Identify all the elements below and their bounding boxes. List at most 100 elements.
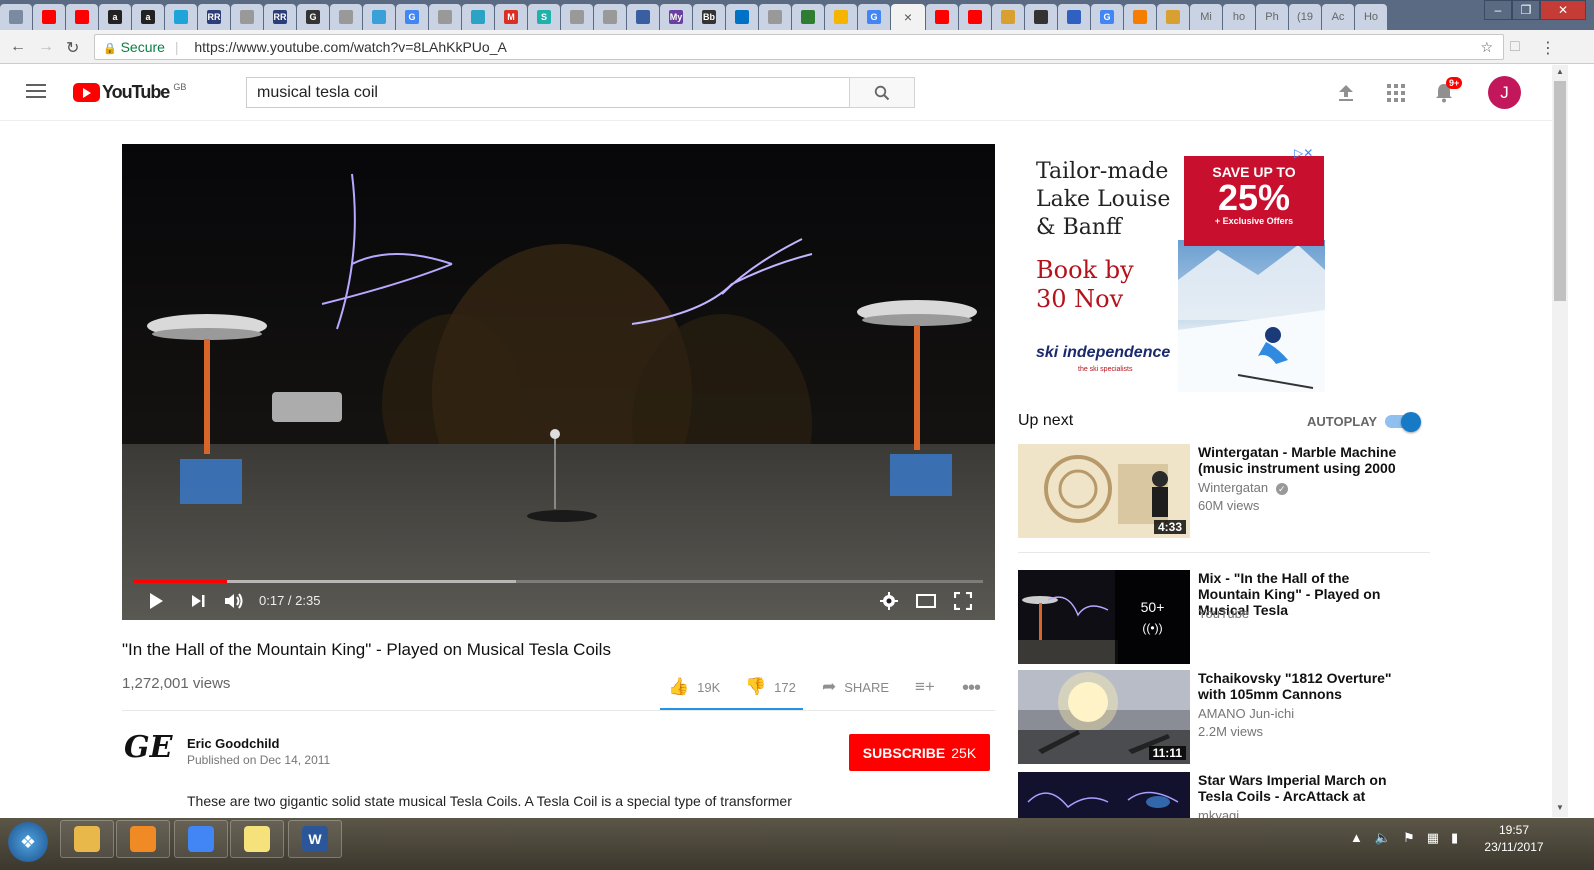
browser-tab[interactable]: a: [132, 4, 164, 30]
add-to-playlist-button[interactable]: ≡+: [915, 677, 935, 697]
browser-tab[interactable]: Bb: [693, 4, 725, 30]
browser-tab[interactable]: [792, 4, 824, 30]
progress-bar[interactable]: [134, 580, 983, 583]
browser-tab[interactable]: S: [528, 4, 560, 30]
browser-tab[interactable]: [825, 4, 857, 30]
volume-tray-icon[interactable]: 🔈: [1375, 830, 1391, 846]
browser-tab[interactable]: G: [297, 4, 329, 30]
volume-button[interactable]: [224, 591, 244, 611]
browser-tab[interactable]: G: [396, 4, 428, 30]
subscribe-button[interactable]: SUBSCRIBE 25K: [849, 734, 990, 771]
ad-choices-close-icon[interactable]: ▷✕: [1294, 146, 1313, 160]
browser-tab[interactable]: Ac: [1322, 4, 1354, 30]
taskbar-app-button[interactable]: [230, 820, 284, 858]
recommendation-item[interactable]: 50+ ((•)) Mix - "In the Hall of the Moun…: [1018, 570, 1430, 664]
browser-tab[interactable]: [1124, 4, 1156, 30]
recommendation-item[interactable]: 4:33 Wintergatan - Marble Machine (music…: [1018, 444, 1430, 538]
url-text[interactable]: https://www.youtube.com/watch?v=8LAhKkPU…: [194, 39, 506, 55]
scroll-down-arrow-icon[interactable]: ▼: [1556, 803, 1564, 812]
dislike-button[interactable]: 👎 172: [745, 677, 796, 697]
settings-button[interactable]: [880, 591, 898, 611]
browser-tab[interactable]: a: [99, 4, 131, 30]
window-close-button[interactable]: ✕: [1540, 0, 1586, 20]
browser-tab[interactable]: [959, 4, 991, 30]
more-actions-button[interactable]: •••: [962, 677, 981, 700]
close-icon[interactable]: ×: [904, 9, 912, 25]
browser-tab[interactable]: Mi: [1190, 4, 1222, 30]
browser-tab[interactable]: (19: [1289, 4, 1321, 30]
fullscreen-button[interactable]: [954, 591, 972, 611]
page-scrollbar[interactable]: ▲ ▼: [1552, 65, 1568, 817]
minimize-button[interactable]: –: [1484, 0, 1512, 20]
start-button[interactable]: ❖: [8, 822, 48, 862]
like-button[interactable]: 👍 19K: [668, 677, 720, 697]
back-icon[interactable]: ←: [10, 38, 26, 56]
hamburger-menu-icon[interactable]: [26, 84, 46, 100]
search-button[interactable]: [849, 77, 915, 108]
video-player[interactable]: 0:17 / 2:35: [122, 144, 995, 620]
next-button[interactable]: [190, 591, 206, 611]
browser-tab[interactable]: M: [495, 4, 527, 30]
browser-tab[interactable]: [1058, 4, 1090, 30]
search-input[interactable]: musical tesla coil: [246, 77, 850, 108]
browser-tab[interactable]: [561, 4, 593, 30]
theater-mode-button[interactable]: [916, 591, 936, 611]
play-button[interactable]: [148, 591, 164, 611]
chrome-menu-icon[interactable]: ⋮: [1540, 38, 1556, 58]
autoplay-toggle[interactable]: [1385, 412, 1421, 432]
browser-tab[interactable]: [594, 4, 626, 30]
scroll-thumb[interactable]: [1554, 81, 1566, 301]
browser-tab[interactable]: ×: [891, 4, 925, 30]
browser-tab[interactable]: [330, 4, 362, 30]
browser-tab[interactable]: [1025, 4, 1057, 30]
battery-icon[interactable]: ▮: [1451, 830, 1458, 846]
browser-tab[interactable]: [926, 4, 958, 30]
mix-thumbnail[interactable]: 50+ ((•)): [1018, 570, 1190, 664]
apps-grid-icon[interactable]: [1386, 83, 1406, 103]
recommendation-item[interactable]: 11:11 Tchaikovsky "1812 Overture" with 1…: [1018, 670, 1430, 764]
channel-name[interactable]: Eric Goodchild: [187, 736, 279, 751]
sidebar-ad[interactable]: Tailor-made Lake Louise & Banff Book by …: [1030, 144, 1325, 392]
taskbar-app-button[interactable]: [174, 820, 228, 858]
flag-icon[interactable]: ⚑: [1403, 830, 1415, 846]
video-thumbnail[interactable]: 4:33: [1018, 444, 1190, 538]
video-thumbnail[interactable]: 11:11: [1018, 670, 1190, 764]
recommendation-title[interactable]: Wintergatan - Marble Machine (music inst…: [1198, 444, 1398, 476]
browser-tab[interactable]: Ho: [1355, 4, 1387, 30]
maximize-button[interactable]: ❐: [1512, 0, 1540, 20]
taskbar-app-button[interactable]: [116, 820, 170, 858]
browser-tab[interactable]: [759, 4, 791, 30]
scroll-up-arrow-icon[interactable]: ▲: [1556, 67, 1564, 76]
clock[interactable]: 19:57 23/11/2017: [1478, 822, 1550, 856]
extension-icon[interactable]: □: [1510, 38, 1520, 56]
browser-tab[interactable]: [0, 4, 32, 30]
recommendation-title[interactable]: Tchaikovsky "1812 Overture" with 105mm C…: [1198, 670, 1398, 702]
browser-tab[interactable]: [363, 4, 395, 30]
forward-icon[interactable]: →: [38, 38, 54, 56]
browser-tab[interactable]: [726, 4, 758, 30]
browser-tab[interactable]: My: [660, 4, 692, 30]
address-bar[interactable]: 🔒 Secure | https://www.youtube.com/watch…: [94, 34, 1504, 60]
reload-icon[interactable]: ↻: [66, 38, 79, 58]
browser-tab[interactable]: [429, 4, 461, 30]
browser-tab[interactable]: ho: [1223, 4, 1255, 30]
video-thumbnail[interactable]: [1018, 772, 1190, 818]
taskbar-app-button[interactable]: W: [288, 820, 342, 858]
browser-tab[interactable]: [231, 4, 263, 30]
share-button[interactable]: ➦ SHARE: [822, 677, 889, 697]
youtube-logo[interactable]: YouTube GB: [73, 82, 186, 103]
upload-icon[interactable]: [1336, 83, 1356, 103]
recommendation-item[interactable]: Star Wars Imperial March on Tesla Coils …: [1018, 772, 1430, 818]
browser-tab[interactable]: G: [858, 4, 890, 30]
browser-tab[interactable]: RR: [198, 4, 230, 30]
avatar[interactable]: J: [1488, 76, 1521, 109]
browser-tab[interactable]: RR: [264, 4, 296, 30]
browser-tab[interactable]: Ph: [1256, 4, 1288, 30]
browser-tab[interactable]: [992, 4, 1024, 30]
browser-tab[interactable]: [462, 4, 494, 30]
taskbar-app-button[interactable]: [60, 820, 114, 858]
network-icon[interactable]: ▦: [1427, 830, 1439, 846]
browser-tab[interactable]: [33, 4, 65, 30]
channel-avatar[interactable]: GE: [124, 730, 173, 774]
browser-tab[interactable]: [1157, 4, 1189, 30]
